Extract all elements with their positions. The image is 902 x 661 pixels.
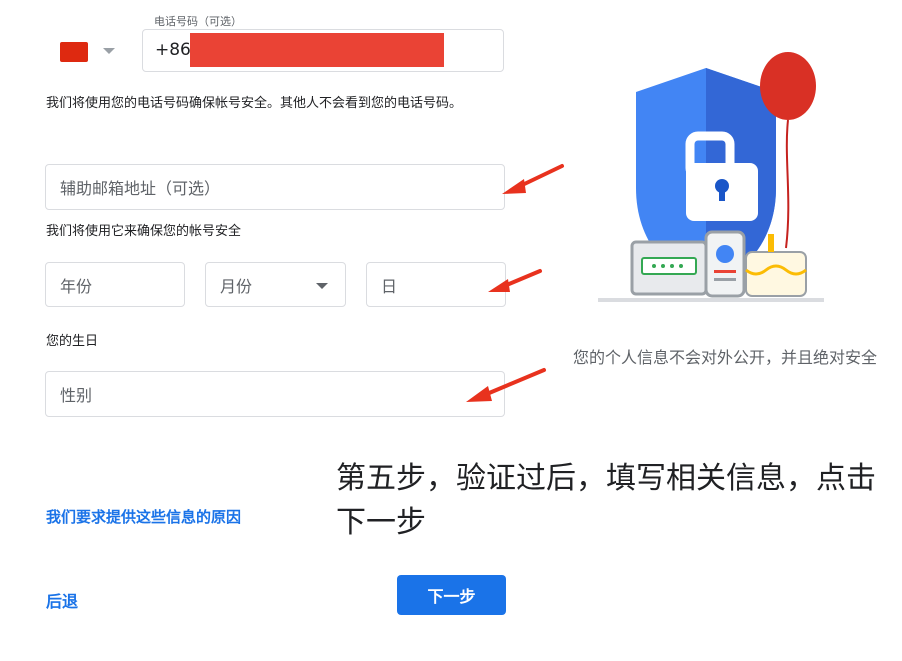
annotation-arrow-icon (488, 269, 542, 292)
privacy-notice-text: 您的个人信息不会对外公开，并且绝对安全 (572, 348, 877, 367)
redacted-phone-number (190, 33, 444, 67)
country-dropdown-caret-icon[interactable] (103, 48, 115, 54)
phone-helper-text: 我们将使用您的电话号码确保帐号安全。其他人不会看到您的电话号码。 (46, 96, 463, 111)
birth-year-input[interactable]: 年份 (45, 262, 185, 307)
annotation-arrow-icon (466, 368, 546, 402)
security-shield-illustration (598, 52, 824, 302)
why-info-link[interactable]: 我们要求提供这些信息的原因 (46, 506, 241, 527)
gender-select[interactable]: 性别 (45, 371, 505, 417)
step-annotation-text: 第五步，验证过后，填写相关信息，点击下一步 (336, 461, 876, 540)
china-flag-icon[interactable] (60, 42, 88, 62)
next-button[interactable]: 下一步 (397, 575, 506, 615)
birthday-helper-text: 您的生日 (46, 334, 99, 349)
phone-number-label: 电话号码（可选） (150, 13, 246, 29)
country-code-prefix: +86 (155, 40, 191, 60)
month-dropdown-caret-icon (316, 283, 328, 289)
recovery-email-helper-text: 我们将使用它来确保您的帐号安全 (46, 224, 242, 239)
back-link[interactable]: 后退 (46, 588, 78, 612)
recovery-email-input[interactable]: 辅助邮箱地址（可选） (45, 164, 505, 210)
annotation-arrow-icon (502, 164, 564, 194)
